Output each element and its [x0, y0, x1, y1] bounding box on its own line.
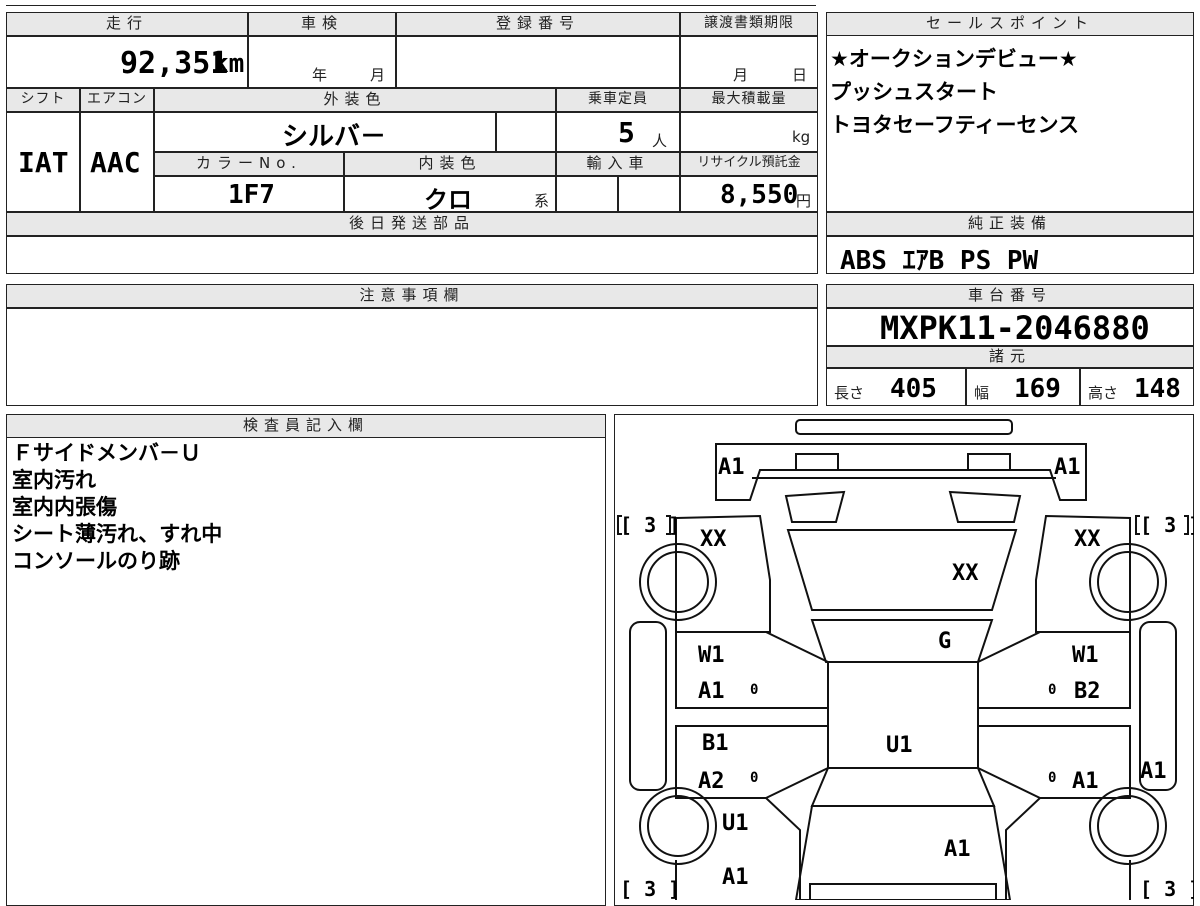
inspector-line: 室内汚れ	[12, 468, 96, 492]
damage-code-zero-3: 0	[750, 770, 758, 786]
later-parts-header: 後日発送部品	[6, 212, 818, 236]
damage-code-quarter-rl-2: A1	[722, 865, 749, 890]
spec-header: 諸元	[826, 346, 1194, 368]
equipment-value: ABS ｴｱB PS PW	[840, 246, 1039, 276]
damage-code-sill-right: A1	[1140, 759, 1167, 784]
top-strip	[6, 0, 816, 6]
transfer-day: 日	[792, 66, 808, 84]
ac-header: エアコン	[80, 88, 154, 112]
damage-code-zero-2: 0	[1048, 682, 1056, 698]
damage-code-fender-fr: XX	[1074, 527, 1101, 552]
transfer-month: 月	[733, 66, 749, 84]
import-cell-a	[556, 176, 618, 212]
recycle-value: 8,550	[720, 180, 799, 210]
inspector-box	[6, 414, 606, 906]
exterior-value: シルバ－	[282, 122, 387, 152]
shift-value: IAT	[18, 146, 69, 179]
damage-code-tire-rl: [ 3 ]	[620, 877, 680, 900]
damage-code-door-rl-2: A2	[698, 769, 725, 794]
damage-code-fender-fl: XX	[700, 527, 727, 552]
inspection-month: 月	[370, 66, 386, 84]
inspector-line: コンソールのり跡	[12, 549, 180, 573]
damage-code-front-left: A1	[718, 455, 745, 480]
damage-code-hood: XX	[952, 561, 979, 586]
damage-code-zero-1: 0	[750, 682, 758, 698]
sales-point-line: プッシュスタート	[830, 80, 998, 104]
damage-code-door-fr-2: B2	[1074, 679, 1101, 704]
height-label: 高さ	[1088, 384, 1119, 402]
load-header: 最大積載量	[680, 88, 818, 112]
damage-code-door-rl-1: B1	[702, 731, 729, 756]
damage-code-tire-rr: [ 3 ]	[1140, 877, 1194, 900]
length-value: 405	[890, 374, 937, 404]
interior-value: クロ	[424, 186, 472, 214]
capacity-unit: 人	[652, 132, 668, 150]
height-value: 148	[1134, 374, 1181, 404]
transfer-header: 譲渡書類期限	[680, 12, 818, 36]
notes-cell	[6, 308, 818, 406]
notes-header: 注意事項欄	[6, 284, 818, 308]
import-cell-b	[618, 176, 680, 212]
registration-header: 登録番号	[396, 12, 680, 36]
inspector-header: 検査員記入欄	[6, 414, 606, 438]
damage-code-roof: U1	[886, 733, 913, 758]
inspector-line: シート薄汚れ、すれ中	[12, 522, 223, 546]
recycle-unit: 円	[796, 192, 812, 210]
later-parts-cell	[6, 236, 818, 274]
chassis-header: 車台番号	[826, 284, 1194, 308]
mileage-header: 走行	[6, 12, 248, 36]
length-label: 長さ	[834, 384, 865, 402]
recycle-header: リサイクル預託金	[680, 152, 818, 176]
inspection-header: 車検	[248, 12, 396, 36]
interior-suffix: 系	[534, 192, 550, 210]
color-no-header: カラーNo.	[154, 152, 344, 176]
ac-value: AAC	[90, 146, 141, 179]
damage-code-door-fl-1: W1	[698, 643, 725, 668]
damage-code-zero-4: 0	[1048, 770, 1056, 786]
inspector-line: Ｆサイドメンバ－Ｕ	[12, 441, 201, 465]
damage-code-front-right: A1	[1054, 455, 1081, 480]
inspection-year: 年	[312, 66, 328, 84]
damage-code-trunk: A1	[944, 837, 971, 862]
damage-code-tire-fl: [ 3 ]	[620, 513, 680, 537]
capacity-value: 5	[618, 116, 635, 149]
color-no-value: 1F7	[228, 180, 275, 210]
sales-point-line: ★オークションデビュー★	[830, 47, 1078, 71]
damage-code-tire-fr: [ 3 ]	[1140, 513, 1194, 537]
shift-header: シフト	[6, 88, 80, 112]
exterior-header: 外装色	[154, 88, 556, 112]
registration-cell	[396, 36, 680, 88]
import-header: 輸入車	[556, 152, 680, 176]
inspector-line: 室内内張傷	[12, 495, 117, 519]
car-damage-diagram: A1 A1 [ 3 ] [ 3 ] [ 3 ] [ 3 ] XX XX XX G…	[617, 419, 1194, 900]
damage-code-door-fl-2: A1	[698, 679, 725, 704]
damage-code-windshield: G	[938, 629, 951, 654]
equipment-header: 純正装備	[826, 212, 1194, 236]
mileage-unit: km	[213, 49, 245, 79]
damage-code-door-fr-1: W1	[1072, 643, 1099, 668]
exterior-extra-cell	[496, 112, 556, 152]
load-unit: kg	[792, 128, 811, 146]
width-value: 169	[1014, 374, 1061, 404]
sales-points-header: セールスポイント	[826, 12, 1194, 36]
sales-point-line: トヨタセーフティーセンス	[830, 113, 1080, 137]
capacity-header: 乗車定員	[556, 88, 680, 112]
chassis-value: MXPK11-2046880	[880, 309, 1150, 347]
damage-code-quarter-rl: U1	[722, 811, 749, 836]
width-label: 幅	[974, 384, 990, 402]
damage-code-door-rr: A1	[1072, 769, 1099, 794]
interior-header: 内装色	[344, 152, 556, 176]
